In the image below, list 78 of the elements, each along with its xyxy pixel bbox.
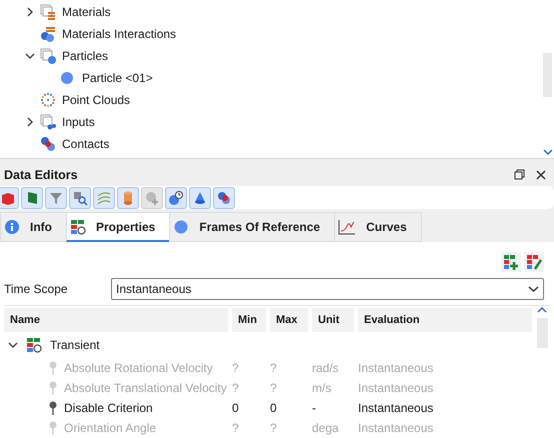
sphere-icon	[173, 219, 190, 235]
column-header[interactable]: Name	[4, 308, 228, 332]
interaction-icon	[40, 26, 56, 42]
time-scope-dropdown[interactable]: Instantaneous	[111, 278, 544, 300]
streamlines-icon	[96, 190, 112, 206]
tab[interactable]: Info	[0, 212, 67, 242]
restore-button[interactable]	[512, 168, 526, 182]
sphere-clock-icon	[168, 190, 184, 206]
search-icon	[72, 190, 88, 206]
table-cell: Absolute Rotational Velocity	[64, 361, 213, 375]
input-stack-icon	[40, 114, 56, 130]
edit-property-button[interactable]	[524, 252, 544, 272]
particle-stack-icon	[40, 48, 56, 64]
toolbar-button[interactable]	[0, 186, 19, 208]
group-label[interactable]: Transient	[50, 338, 100, 352]
table-cell-text: m/s	[312, 381, 332, 395]
field-label: Time Scope	[4, 282, 69, 296]
table-cell-text: ?	[232, 361, 240, 375]
table-cell-text: Instantaneous	[358, 361, 434, 375]
table-cell: Disable Criterion	[64, 401, 153, 415]
table-cell: Orientation Angle	[64, 421, 156, 435]
add-property-button[interactable]	[501, 252, 521, 272]
chevron-down-icon[interactable]	[25, 51, 35, 61]
table-cell-text: Instantaneous	[358, 401, 434, 415]
tree-item[interactable]: Materials Interactions	[62, 27, 176, 41]
table-cell-text: ?	[270, 421, 278, 435]
table-cell-text: ?	[232, 421, 240, 435]
scroll-up-icon[interactable]	[537, 306, 547, 314]
add-sphere-icon	[144, 190, 160, 206]
table-cell-text: 0	[232, 401, 240, 415]
column-header[interactable]: Evaluation	[358, 308, 532, 332]
table-cell-text: ?	[270, 361, 278, 375]
transient-icon	[26, 337, 42, 353]
column-header[interactable]: Unit	[312, 308, 354, 332]
tab[interactable]: Frames Of Reference	[169, 212, 336, 242]
pin-icon	[48, 401, 58, 415]
info-icon	[4, 219, 20, 235]
tree-item[interactable]: Contacts	[62, 137, 110, 151]
chevron-down-icon[interactable]	[8, 340, 18, 350]
table-cell-text: 0	[270, 401, 278, 415]
cone-icon	[192, 190, 208, 206]
tab[interactable]: Curves	[334, 212, 422, 242]
contact-icon	[40, 136, 56, 152]
pin-icon	[48, 381, 58, 395]
table-cell-text: -	[312, 401, 317, 415]
tree-item[interactable]: Materials	[62, 5, 111, 19]
table-cell-text: ?	[232, 381, 240, 395]
particle-icon	[60, 70, 76, 86]
table-cell-text: rad/s	[312, 361, 340, 375]
chevron-right-icon[interactable]	[25, 117, 35, 127]
point-cloud-icon	[40, 92, 56, 108]
toolbar-button[interactable]	[165, 186, 187, 208]
tree-item[interactable]: Particle <01>	[82, 71, 153, 85]
properties-icon	[70, 218, 86, 234]
tab[interactable]: Properties	[66, 212, 170, 242]
toolbar-button[interactable]	[213, 186, 235, 208]
table-cell-text: Instantaneous	[358, 421, 434, 435]
table-cell-text: Instantaneous	[358, 381, 434, 395]
panel-title: Data Editors	[4, 168, 79, 182]
toolbar-button[interactable]	[189, 186, 211, 208]
contact-icon	[216, 190, 232, 206]
tree-item[interactable]: Point Clouds	[62, 93, 130, 107]
scroll-down-icon[interactable]	[542, 148, 552, 156]
table-cell: Absolute Translational Velocity	[64, 381, 227, 395]
chevron-right-icon[interactable]	[25, 7, 35, 17]
column-header[interactable]: Min	[232, 308, 266, 332]
curve-chart-icon	[338, 219, 356, 235]
toolbar-button[interactable]	[69, 186, 91, 208]
toolbar-button[interactable]	[21, 186, 43, 208]
pin-icon	[48, 361, 58, 375]
close-button[interactable]	[534, 168, 548, 182]
table-cell-text: ?	[270, 381, 278, 395]
pin-icon	[48, 421, 58, 435]
tree-item[interactable]: Particles	[62, 49, 108, 63]
table-cell-text: dega	[312, 421, 340, 435]
column-header[interactable]: Max	[270, 308, 308, 332]
brick-stack-icon	[40, 4, 56, 20]
tree-item[interactable]: Inputs	[62, 115, 95, 129]
